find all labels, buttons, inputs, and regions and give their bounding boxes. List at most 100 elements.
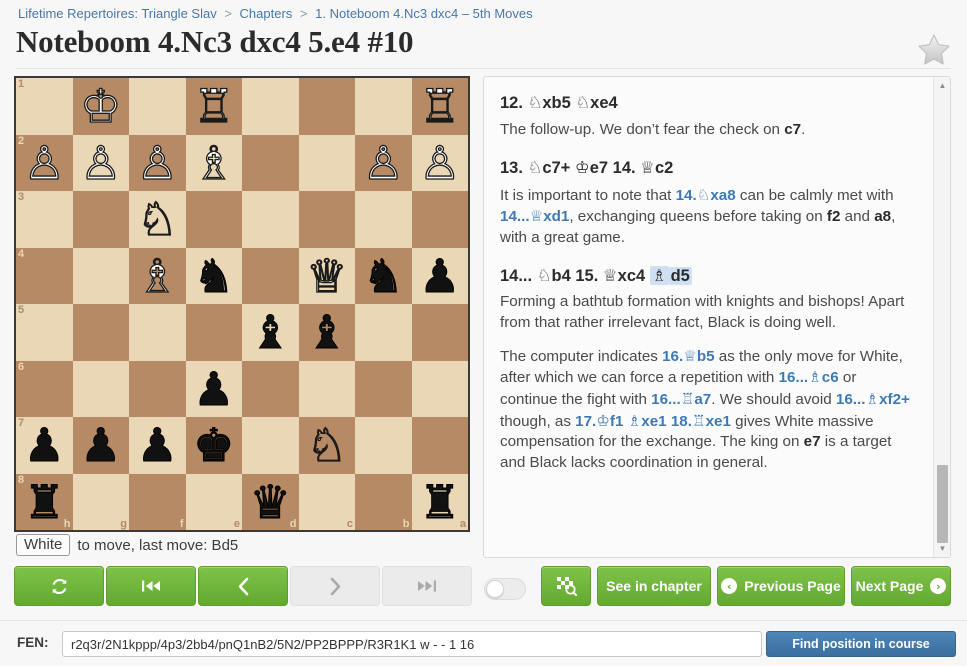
move-link-glyph[interactable]: ♕ (683, 347, 697, 365)
board-square-b1[interactable] (355, 78, 412, 135)
board-square-g6[interactable] (72, 360, 129, 417)
board-square-h3[interactable]: 3 (16, 191, 73, 248)
board-square-b3[interactable] (355, 191, 412, 248)
board-square-c1[interactable] (298, 78, 355, 135)
piece-white-q[interactable]: ♕ (305, 252, 348, 299)
board-square-b7[interactable] (355, 417, 412, 474)
piece-white-n[interactable]: ♘ (136, 196, 179, 243)
piece-black-p[interactable]: ♟ (136, 422, 178, 469)
move-link[interactable]: 14. (676, 187, 697, 204)
board-square-f2[interactable]: ♙ (129, 134, 186, 191)
piece-white-p[interactable]: ♙ (362, 139, 405, 186)
board-square-f5[interactable] (129, 304, 186, 361)
move-link-glyph[interactable]: ♗ (808, 368, 822, 386)
piece-black-p[interactable]: ♟ (419, 252, 461, 299)
piece-white-k[interactable]: ♔ (79, 83, 122, 130)
board-square-a4[interactable]: ♟ (411, 247, 468, 304)
board-square-h7[interactable]: 7 ♟ (16, 417, 73, 474)
board-square-f1[interactable] (129, 78, 186, 135)
board-square-d3[interactable] (242, 191, 299, 248)
board-square-d6[interactable] (242, 360, 299, 417)
board-square-c7[interactable]: ♘ (298, 417, 355, 474)
board-square-g3[interactable] (72, 191, 129, 248)
move-link[interactable]: 16... (651, 391, 681, 408)
move-header[interactable]: 14... ♘b4 15. ♕xc4 ♗ d5 (500, 264, 917, 289)
board-square-g5[interactable] (72, 304, 129, 361)
board-square-f4[interactable]: ♗ (129, 247, 186, 304)
scrollbar-thumb[interactable] (937, 465, 948, 543)
piece-black-n[interactable]: ♞ (362, 252, 404, 299)
board-square-b2[interactable]: ♙ (355, 134, 412, 191)
board-square-h6[interactable]: 6 (16, 360, 73, 417)
move-link[interactable]: c6 (822, 369, 839, 386)
piece-black-b[interactable]: ♝ (306, 309, 348, 356)
board-square-a6[interactable] (411, 360, 468, 417)
board-square-h8[interactable]: 8 h ♜ (16, 473, 73, 530)
scroll-down-icon[interactable]: ▼ (934, 540, 950, 557)
board-square-g1[interactable]: ♔ (72, 78, 129, 135)
move-link-glyph[interactable]: ♘ (697, 186, 711, 204)
board-square-f3[interactable]: ♘ (129, 191, 186, 248)
move-link-glyph[interactable]: ♖ (681, 390, 695, 408)
move-link[interactable]: a7 (694, 391, 711, 408)
find-on-board-button[interactable] (541, 566, 591, 606)
board-square-e8[interactable]: e (185, 473, 242, 530)
board-square-g2[interactable]: ♙ (72, 134, 129, 191)
move-link[interactable]: 14... (500, 208, 530, 225)
board-square-f6[interactable] (129, 360, 186, 417)
board-square-e2[interactable]: ♗ (185, 134, 242, 191)
move-header[interactable]: 13. ♘c7+ ♔e7 14. ♕c2 (500, 156, 917, 181)
board-square-c6[interactable] (298, 360, 355, 417)
board-square-g8[interactable]: g (72, 473, 129, 530)
fen-input[interactable] (62, 631, 762, 657)
board-square-b8[interactable]: b (355, 473, 412, 530)
board-square-e1[interactable]: ♖ (185, 78, 242, 135)
piece-black-n[interactable]: ♞ (193, 252, 235, 299)
move-link-glyph[interactable]: ♖ (692, 412, 706, 430)
board-square-h1[interactable]: 1 (16, 78, 73, 135)
piece-white-p[interactable]: ♙ (79, 139, 122, 186)
board-square-f7[interactable]: ♟ (129, 417, 186, 474)
piece-black-r[interactable]: ♜ (23, 478, 65, 525)
board-square-d4[interactable] (242, 247, 299, 304)
board-square-d7[interactable] (242, 417, 299, 474)
board-square-d8[interactable]: d ♛ (242, 473, 299, 530)
move-link[interactable]: xd1 (543, 208, 569, 225)
board-square-d5[interactable]: ♝ (242, 304, 299, 361)
breadcrumb-item-1[interactable]: Chapters (240, 6, 293, 21)
board-square-f8[interactable]: f (129, 473, 186, 530)
piece-white-r[interactable]: ♖ (418, 83, 461, 130)
chess-board[interactable]: 1 ♔ ♖ ♖ 2 ♙ ♙ ♙ ♗ ♙ ♙ 3 ♘ 4 ♗ ♞ ♕ ♞ ♟ 5 ♝ ♝ 6 ♟ 7 ♟ ♟ ♟ ♚ ♘ 8 h ♜ g f e d ♛ c b… (14, 76, 470, 532)
piece-black-b[interactable]: ♝ (249, 309, 291, 356)
board-square-d1[interactable] (242, 78, 299, 135)
move-link[interactable]: f1 (610, 413, 628, 430)
piece-black-p[interactable]: ♟ (193, 365, 235, 412)
see-in-chapter-button[interactable]: See in chapter (597, 566, 711, 606)
board-square-c3[interactable] (298, 191, 355, 248)
previous-page-button[interactable]: ‹ Previous Page (717, 566, 845, 606)
board-square-b4[interactable]: ♞ (355, 247, 412, 304)
piece-white-p[interactable]: ♙ (136, 139, 179, 186)
board-square-a8[interactable]: a ♜ (411, 473, 468, 530)
move-link-glyph[interactable]: ♔ (596, 412, 610, 430)
move-link[interactable]: b5 (697, 348, 715, 365)
board-square-h5[interactable]: 5 (16, 304, 73, 361)
board-square-c5[interactable]: ♝ (298, 304, 355, 361)
piece-black-k[interactable]: ♚ (193, 422, 235, 469)
move-link-glyph[interactable]: ♗ (628, 412, 642, 430)
piece-white-b[interactable]: ♗ (136, 252, 179, 299)
board-square-b5[interactable] (355, 304, 412, 361)
board-square-c2[interactable] (298, 134, 355, 191)
move-link-glyph[interactable]: ♕ (530, 207, 544, 225)
favorite-star-button[interactable] (915, 30, 953, 68)
previous-move-button[interactable] (198, 566, 288, 606)
breadcrumb-item-2[interactable]: 1. Noteboom 4.Nc3 dxc4 – 5th Moves (315, 6, 533, 21)
board-square-a7[interactable] (411, 417, 468, 474)
first-move-button[interactable] (106, 566, 196, 606)
move-link[interactable]: 16... (836, 391, 866, 408)
board-square-g7[interactable]: ♟ (72, 417, 129, 474)
board-square-a1[interactable]: ♖ (411, 78, 468, 135)
piece-black-p[interactable]: ♟ (23, 422, 65, 469)
piece-white-p[interactable]: ♙ (418, 139, 461, 186)
board-square-a3[interactable] (411, 191, 468, 248)
